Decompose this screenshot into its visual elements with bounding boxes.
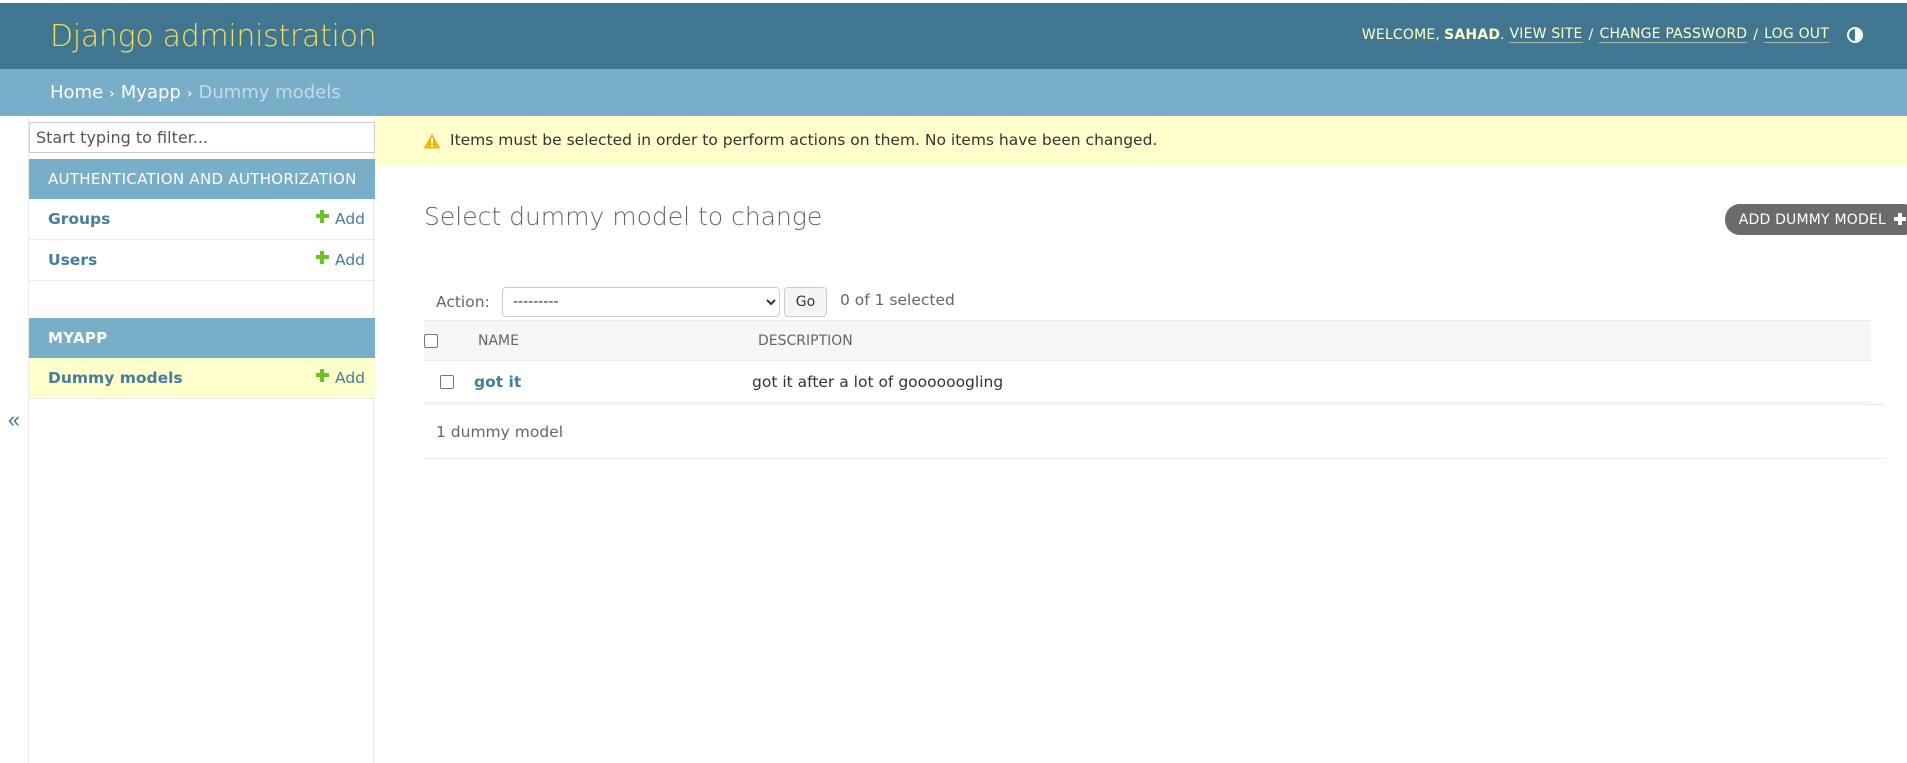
module-myapp: Myapp Dummy models Add (29, 318, 375, 399)
breadcrumb-current: Dummy models (198, 82, 341, 103)
add-user-link[interactable]: Add (315, 250, 365, 269)
module-caption-myapp[interactable]: Myapp (29, 318, 375, 358)
page-title: Select dummy model to change (424, 202, 823, 231)
breadcrumb: Home › Myapp › Dummy models (0, 69, 1907, 116)
separator: / (1588, 26, 1594, 43)
column-header-name[interactable]: Name (470, 320, 750, 361)
site-branding[interactable]: Django administration (50, 19, 377, 54)
change-password-link[interactable]: Change password (1599, 26, 1748, 43)
plus-icon (315, 368, 329, 382)
breadcrumb-app[interactable]: Myapp (121, 82, 181, 103)
nav-sidebar: Authentication and Authorization Groups … (28, 116, 375, 763)
add-group-link[interactable]: Add (315, 209, 365, 228)
plus-icon (315, 209, 329, 223)
select-all-cell (424, 320, 470, 361)
row-check-cell (424, 360, 470, 403)
add-label: Add (334, 210, 365, 228)
sidebar-item-groups-link[interactable]: Groups (48, 210, 110, 228)
separator: / (1753, 26, 1759, 43)
user-tools: Welcome, Sahad. View site / Change passw… (1362, 26, 1863, 43)
result-count: 1 dummy model (436, 423, 564, 441)
table-header-row: Name Description (424, 320, 1871, 361)
selected-count: 0 of 1 selected (840, 291, 955, 309)
add-dummy-model-link[interactable]: Add (315, 368, 365, 387)
module-auth: Authentication and Authorization Groups … (29, 159, 375, 281)
action-label: Action: (436, 293, 490, 311)
breadcrumb-separator: › (186, 86, 193, 102)
select-all-checkbox[interactable] (424, 333, 438, 348)
warning-icon (423, 133, 441, 149)
toggle-sidebar-button[interactable]: « (0, 116, 28, 763)
add-dummy-model-button-label: Add dummy model (1738, 212, 1886, 228)
breadcrumb-separator: › (109, 86, 115, 102)
actions-bar: Action: --------- Go 0 of 1 selected (424, 276, 1871, 321)
plus-icon (1894, 213, 1906, 225)
sidebar-item-groups: Groups Add (29, 199, 375, 240)
welcome-text: Welcome, (1361, 26, 1441, 43)
paginator: 1 dummy model (424, 404, 1885, 459)
row-description: got it after a lot of goooooogling (752, 372, 1004, 391)
module-caption-auth[interactable]: Authentication and Authorization (29, 159, 375, 199)
row-name-cell: got it (470, 360, 750, 403)
row-checkbox[interactable] (440, 375, 454, 389)
column-header-description[interactable]: Description (750, 320, 1871, 361)
view-site-link[interactable]: View site (1509, 26, 1583, 43)
sidebar-item-dummy-models: Dummy models Add (29, 358, 375, 399)
sidebar-item-users: Users Add (29, 240, 375, 281)
sidebar-item-dummy-models-link[interactable]: Dummy models (48, 369, 183, 387)
plus-icon (315, 250, 329, 264)
username: Sahad (1444, 26, 1501, 43)
header: Django administration Welcome, Sahad. Vi… (0, 3, 1907, 69)
theme-toggle-icon[interactable] (1847, 26, 1863, 43)
table-row: got it got it after a lot of gooooooglin… (424, 360, 1871, 403)
add-label: Add (334, 369, 365, 387)
result-table: Name Description got it got it after a l… (424, 320, 1871, 403)
row-description-cell: got it after a lot of goooooogling (750, 360, 1871, 403)
nav-filter-input[interactable] (29, 122, 375, 153)
log-out-link[interactable]: Log out (1764, 26, 1829, 43)
warning-message-text: Items must be selected in order to perfo… (450, 131, 1158, 149)
breadcrumb-home[interactable]: Home (50, 82, 103, 103)
go-button[interactable]: Go (784, 287, 827, 317)
sidebar-item-users-link[interactable]: Users (48, 251, 97, 269)
row-name-link[interactable]: got it (474, 373, 521, 391)
add-label: Add (334, 251, 365, 269)
add-dummy-model-button[interactable]: Add dummy model (1724, 204, 1907, 235)
action-select[interactable]: --------- (502, 287, 780, 317)
warning-message: Items must be selected in order to perfo… (375, 116, 1907, 166)
